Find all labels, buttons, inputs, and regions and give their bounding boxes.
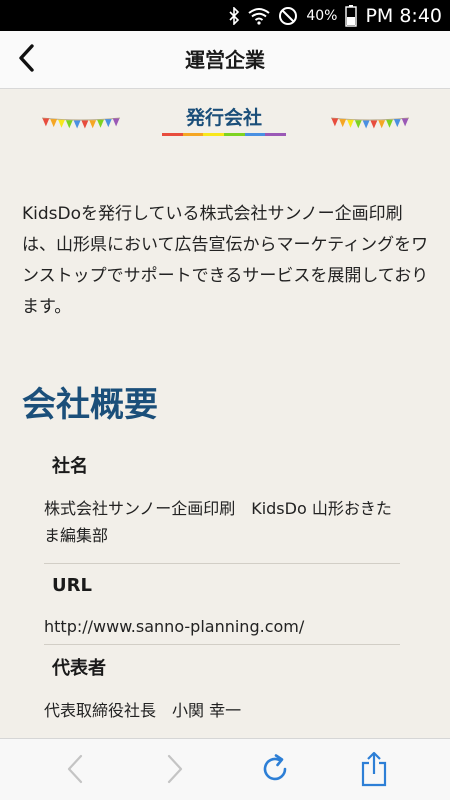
browser-toolbar — [0, 738, 450, 800]
bunting-flag — [73, 120, 81, 129]
clock: PM 8:40 — [365, 4, 442, 27]
bunting-flag — [112, 118, 120, 127]
arrow-back-icon — [65, 753, 85, 789]
info-label: 代表者 — [52, 658, 106, 679]
back-button[interactable] — [6, 39, 46, 81]
bunting-flag — [42, 118, 50, 127]
do-not-disturb-icon — [278, 6, 298, 26]
page-content[interactable]: 発行会社 KidsDoを発行している株式会社サンノー企画印刷は、山形県において広… — [0, 89, 450, 738]
reload-button[interactable] — [255, 751, 295, 791]
info-item-company-name: 社名 株式会社サンノー企画印刷 KidsDo 山形おきたま編集部 — [44, 449, 400, 564]
bunting-flag — [97, 119, 104, 128]
info-item-url: URL http://www.sanno-planning.com/ — [44, 568, 400, 645]
bunting-flag — [331, 118, 339, 127]
info-value: 代表取締役社長 小関 幸一 — [44, 701, 242, 720]
section-title: 発行会社 — [185, 107, 262, 129]
bluetooth-icon — [228, 6, 240, 25]
bunting-flag — [370, 120, 378, 129]
bunting-flag — [393, 119, 401, 128]
status-bar: 40% PM 8:40 — [0, 0, 450, 31]
intro-text: KidsDoを発行している株式会社サンノー企画印刷は、山形県において広告宣伝から… — [22, 204, 429, 317]
info-value: 株式会社サンノー企画印刷 KidsDo 山形おきたま編集部 — [44, 499, 392, 545]
info-label: URL — [52, 575, 92, 596]
info-label: 社名 — [52, 456, 88, 477]
battery-icon — [345, 4, 358, 27]
bunting-flag — [347, 119, 354, 128]
bunting-flag — [104, 119, 112, 128]
bunting-flag — [378, 120, 386, 129]
navigation-bar: 運営企業 — [0, 31, 450, 89]
bunting-flag — [339, 119, 347, 128]
share-icon — [360, 751, 388, 791]
bunting-flag — [89, 120, 97, 129]
page-title: 運営企業 — [185, 48, 265, 72]
section-title-underline — [162, 133, 287, 136]
browser-back-button[interactable] — [55, 751, 95, 791]
reload-icon — [259, 753, 291, 789]
bunting-flag — [65, 120, 73, 129]
section-header: 発行会社 — [0, 89, 450, 161]
bunting-flag — [81, 120, 89, 129]
url-link[interactable]: http://www.sanno-planning.com/ — [44, 604, 400, 644]
info-item-representative: 代表者 代表取締役社長 小関 幸一 — [44, 651, 400, 734]
share-button[interactable] — [354, 751, 394, 791]
bunting-flag — [354, 120, 362, 129]
overview-heading: 会社概要 — [22, 385, 158, 425]
browser-forward-button[interactable] — [155, 751, 195, 791]
battery-percent: 40% — [306, 7, 338, 24]
bunting-icon — [41, 115, 121, 134]
bunting-icon — [330, 115, 410, 134]
bunting-flag — [362, 120, 370, 129]
arrow-forward-icon — [165, 753, 185, 789]
chevron-left-icon — [16, 43, 36, 77]
company-info-list: 社名 株式会社サンノー企画印刷 KidsDo 山形おきたま編集部 URL htt… — [44, 449, 400, 734]
bunting-flag — [50, 119, 58, 128]
bunting-flag — [386, 119, 393, 128]
bunting-flag — [58, 119, 65, 128]
bunting-flag — [401, 118, 409, 127]
wifi-icon — [248, 7, 270, 25]
